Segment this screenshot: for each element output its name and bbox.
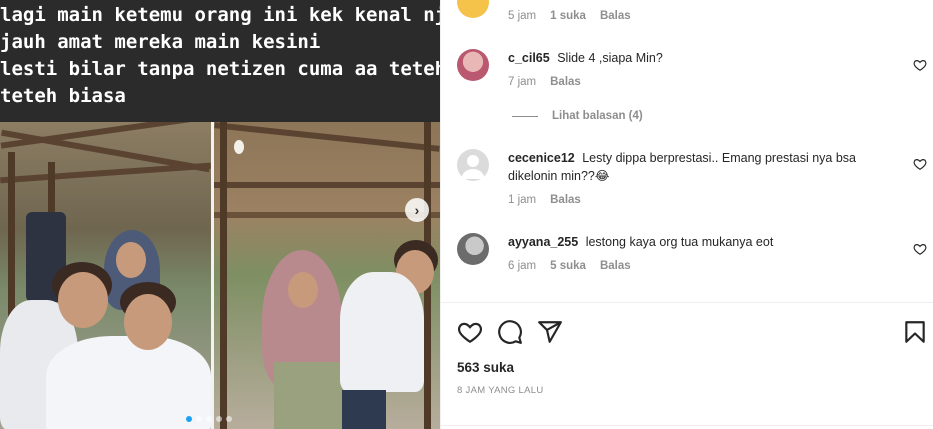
caption-line-2: jauh amat mereka main kesini bbox=[0, 31, 321, 53]
post-side-panel: 5 jam 1 suka Balas c_cil65 Slide 4 ,siap… bbox=[440, 0, 933, 429]
caption-line-3: lesti bilar tanpa netizen cuma aa teteh bbox=[0, 58, 440, 80]
comment-item: c_cil65 Slide 4 ,siapa Min? 7 jam Balas bbox=[457, 49, 927, 109]
reply-button[interactable]: Balas bbox=[600, 260, 631, 272]
view-replies-label[interactable]: Lihat balasan (4) bbox=[552, 110, 643, 122]
comment-likes[interactable]: 1 suka bbox=[550, 10, 586, 22]
comment-likes[interactable]: 5 suka bbox=[550, 260, 586, 272]
carousel-dot bbox=[216, 416, 222, 422]
comment-meta: 7 jam Balas bbox=[508, 76, 581, 88]
replies-divider bbox=[512, 115, 538, 117]
view-replies-button[interactable]: Lihat balasan (4) bbox=[512, 110, 643, 122]
heart-icon[interactable] bbox=[457, 319, 483, 345]
caption-line-4: teteh biasa bbox=[0, 85, 126, 107]
comment-item: cecenice12 Lesty dippa berprestasi.. Ema… bbox=[457, 149, 927, 211]
photo-left bbox=[0, 122, 211, 429]
comment-meta: 6 jam 5 suka Balas bbox=[508, 260, 631, 272]
comment-time: 6 jam bbox=[508, 260, 537, 272]
avatar[interactable] bbox=[457, 49, 489, 81]
next-arrow-icon[interactable]: › bbox=[405, 198, 429, 222]
carousel-dot bbox=[186, 416, 192, 422]
avatar[interactable] bbox=[457, 149, 489, 181]
comment-body: c_cil65 Slide 4 ,siapa Min? bbox=[508, 49, 908, 67]
carousel-dot bbox=[206, 416, 212, 422]
reply-button[interactable]: Balas bbox=[550, 76, 581, 88]
comment-username[interactable]: c_cil65 bbox=[508, 51, 550, 65]
comment-item: ayyana_255 lestong kaya org tua mukanya … bbox=[457, 233, 927, 283]
comment-body: ayyana_255 lestong kaya org tua mukanya … bbox=[508, 233, 908, 251]
post-actions: 563 suka 8 JAM YANG LALU bbox=[441, 302, 933, 429]
comment-username[interactable]: cecenice12 bbox=[508, 151, 575, 165]
post-media[interactable]: lagi main ketemu orang ini kek kenal nji… bbox=[0, 0, 440, 429]
carousel-dot bbox=[226, 416, 232, 422]
image-caption: lagi main ketemu orang ini kek kenal nji… bbox=[0, 0, 440, 122]
avatar[interactable] bbox=[457, 0, 489, 18]
caption-line-1: lagi main ketemu orang ini kek kenal nji… bbox=[0, 4, 440, 26]
comment-meta: 5 jam 1 suka Balas bbox=[508, 10, 631, 22]
reply-button[interactable]: Balas bbox=[600, 10, 631, 22]
comment-username[interactable]: ayyana_255 bbox=[508, 235, 578, 249]
likes-count[interactable]: 563 suka bbox=[457, 360, 514, 375]
share-icon[interactable] bbox=[537, 319, 563, 345]
avatar[interactable] bbox=[457, 233, 489, 265]
carousel-dots bbox=[186, 416, 232, 422]
post-time: 8 JAM YANG LALU bbox=[457, 385, 544, 396]
comment-list[interactable]: 5 jam 1 suka Balas c_cil65 Slide 4 ,siap… bbox=[441, 0, 933, 302]
comment-text: Slide 4 ,siapa Min? bbox=[557, 51, 663, 65]
comment-time: 7 jam bbox=[508, 76, 537, 88]
comment-partial: 5 jam 1 suka Balas bbox=[457, 0, 927, 26]
comment-text: lestong kaya org tua mukanya eot bbox=[585, 235, 774, 249]
comment-icon[interactable] bbox=[497, 319, 523, 345]
carousel-dot bbox=[196, 416, 202, 422]
comment-body: cecenice12 Lesty dippa berprestasi.. Ema… bbox=[508, 149, 908, 185]
heart-icon[interactable] bbox=[913, 58, 927, 72]
add-comment-divider bbox=[441, 425, 933, 426]
default-avatar-icon bbox=[461, 155, 485, 179]
reply-button[interactable]: Balas bbox=[550, 194, 581, 206]
comment-meta: 1 jam Balas bbox=[508, 194, 581, 206]
bookmark-icon[interactable] bbox=[902, 319, 928, 345]
heart-icon[interactable] bbox=[913, 157, 927, 171]
comment-time: 5 jam bbox=[508, 10, 537, 22]
photo-right bbox=[214, 122, 440, 429]
heart-icon[interactable] bbox=[913, 242, 927, 256]
comment-time: 1 jam bbox=[508, 194, 537, 206]
